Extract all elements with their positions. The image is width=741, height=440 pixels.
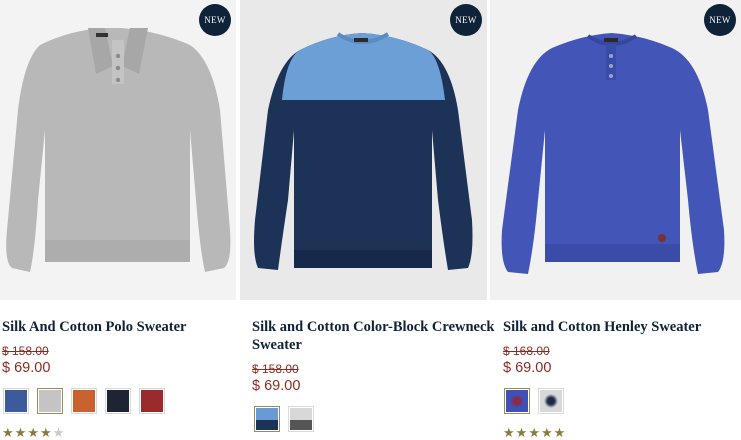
- color-swatch-grey-charcoal[interactable]: [288, 406, 314, 432]
- color-swatch-red[interactable]: [139, 388, 165, 414]
- star-icon: ★: [14, 425, 27, 440]
- star-rating: ★ ★ ★ ★ ★: [2, 426, 64, 439]
- product-name[interactable]: Silk and Cotton Henley Sweater: [503, 318, 741, 336]
- color-swatches: [504, 388, 564, 414]
- color-swatches: [3, 388, 165, 414]
- star-icon: ★: [27, 425, 39, 440]
- star-rating: ★ ★ ★ ★ ★: [503, 426, 565, 439]
- star-icon: ★: [39, 425, 52, 440]
- sale-price: $ 69.00: [2, 360, 51, 376]
- original-price: $ 158.00: [2, 344, 49, 358]
- original-price: $ 158.00: [252, 362, 299, 376]
- product-image[interactable]: NEW: [490, 0, 741, 300]
- color-swatch-grey[interactable]: [37, 388, 63, 414]
- new-badge: NEW: [704, 4, 736, 36]
- star-icon: ★: [540, 425, 553, 440]
- color-swatch-grey[interactable]: [538, 388, 564, 414]
- new-badge: NEW: [450, 4, 482, 36]
- product-name[interactable]: Silk and Cotton Color-Block Crewneck Swe…: [252, 318, 497, 354]
- color-swatch-blue[interactable]: [3, 388, 29, 414]
- product-card[interactable]: NEW Silk and Cotton Color-Block Crewneck…: [240, 0, 495, 435]
- color-swatch-blue[interactable]: [504, 388, 530, 414]
- star-icon: ★: [515, 425, 528, 440]
- star-icon: ★: [553, 425, 566, 440]
- sale-price: $ 69.00: [252, 378, 301, 394]
- star-icon: ★: [503, 425, 515, 440]
- color-swatch-blue-navy[interactable]: [254, 406, 280, 432]
- color-swatch-navy[interactable]: [105, 388, 131, 414]
- original-price: $ 168.00: [503, 344, 550, 358]
- product-image[interactable]: NEW: [0, 0, 236, 300]
- product-name[interactable]: Silk And Cotton Polo Sweater: [2, 318, 247, 336]
- product-card[interactable]: NEW Silk And Cotton Polo Sweater $ 158.0…: [0, 0, 236, 439]
- new-badge: NEW: [199, 4, 231, 36]
- star-icon: ★: [2, 425, 14, 440]
- product-image[interactable]: NEW: [240, 0, 487, 300]
- color-swatch-orange[interactable]: [71, 388, 97, 414]
- star-icon: ★: [528, 425, 540, 440]
- sale-price: $ 69.00: [503, 360, 552, 376]
- star-icon-empty: ★: [52, 425, 65, 440]
- product-card[interactable]: NEW Silk and Cotton Henley Sweater $ 168…: [490, 0, 741, 439]
- color-swatches: [254, 406, 314, 432]
